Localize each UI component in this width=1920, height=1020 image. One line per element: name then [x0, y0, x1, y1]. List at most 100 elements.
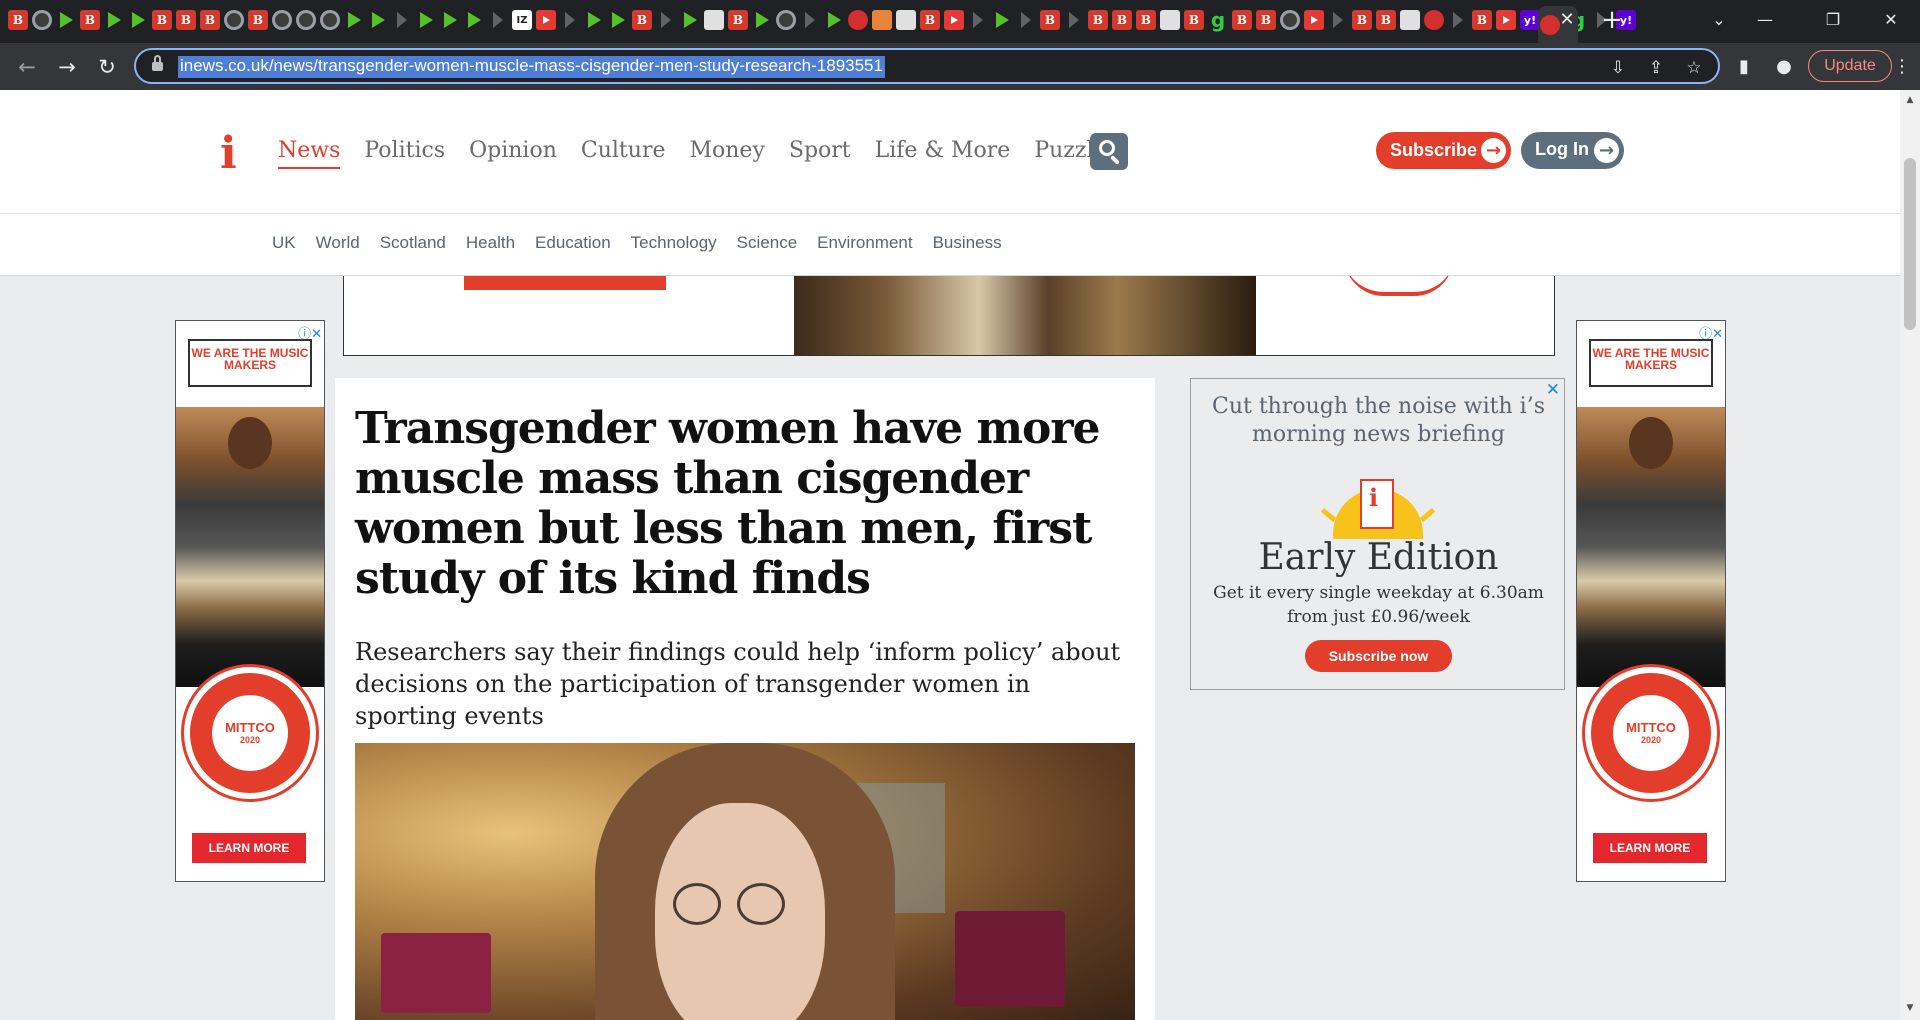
tab-favicon-icon[interactable] — [56, 10, 76, 30]
tab-favicon-icon[interactable] — [1280, 10, 1300, 30]
scroll-up-icon[interactable]: ▲ — [1904, 94, 1916, 106]
tab-favicon-icon[interactable] — [1040, 10, 1060, 30]
site-logo[interactable]: i — [220, 128, 237, 179]
subscribe-now-button[interactable]: Subscribe now — [1305, 640, 1452, 672]
tab-favicon-icon[interactable] — [1088, 10, 1108, 30]
nav-item-money[interactable]: Money — [689, 138, 764, 169]
newsletter-promo[interactable]: ✕ Cut through the noise with i’s morning… — [1190, 378, 1565, 690]
tab-favicon-icon[interactable] — [1208, 10, 1228, 30]
install-app-icon[interactable]: ⇩ — [1606, 56, 1630, 80]
update-button[interactable]: Update — [1808, 50, 1892, 82]
login-button[interactable]: Log In → — [1521, 132, 1624, 169]
tab-favicon-icon[interactable] — [128, 10, 148, 30]
nav-item-culture[interactable]: Culture — [581, 138, 666, 169]
subnav-item-uk[interactable]: UK — [272, 233, 296, 253]
nav-item-politics[interactable]: Politics — [364, 138, 445, 169]
scroll-down-icon[interactable]: ▼ — [1904, 1002, 1916, 1014]
page-scrollbar[interactable]: ▲ ▼ — [1900, 90, 1920, 1020]
nav-item-news[interactable]: News — [278, 138, 341, 169]
tab-favicon-icon[interactable] — [560, 10, 580, 30]
forward-icon[interactable]: → — [52, 52, 82, 82]
subnav-item-technology[interactable]: Technology — [631, 233, 717, 253]
tab-search-icon[interactable]: ⌄ — [1696, 5, 1742, 35]
menu-kebab-icon[interactable]: ⋮ — [1893, 52, 1911, 82]
tab-favicon-icon[interactable] — [296, 10, 316, 30]
tab-favicon-icon[interactable] — [1112, 10, 1132, 30]
window-close-button[interactable]: ✕ — [1868, 5, 1914, 35]
tab-favicon-icon[interactable] — [872, 10, 892, 30]
tab-favicon-icon[interactable] — [32, 10, 52, 30]
tab-favicon-icon[interactable] — [104, 10, 124, 30]
tab-favicon-icon[interactable] — [1304, 10, 1324, 30]
tab-favicon-icon[interactable] — [752, 10, 772, 30]
tab-favicon-icon[interactable] — [992, 10, 1012, 30]
tab-favicon-icon[interactable] — [944, 10, 964, 30]
tab-favicon-icon[interactable] — [824, 10, 844, 30]
tab-favicon-icon[interactable] — [1424, 10, 1444, 30]
tab-favicon-icon[interactable] — [728, 10, 748, 30]
tab-favicon-icon[interactable] — [1352, 10, 1372, 30]
article-hero-image[interactable] — [355, 743, 1135, 1020]
tab-favicon-icon[interactable] — [200, 10, 220, 30]
learn-more-button[interactable]: LEARN MORE — [1593, 833, 1707, 863]
tab-favicon-icon[interactable] — [896, 10, 916, 30]
tab-favicon-icon[interactable] — [272, 10, 292, 30]
bookmark-star-icon[interactable]: ☆ — [1682, 56, 1706, 80]
tab-favicon-icon[interactable] — [1400, 10, 1420, 30]
tab-favicon-icon[interactable] — [1472, 10, 1492, 30]
tab-favicon-icon[interactable] — [80, 10, 100, 30]
subnav-item-science[interactable]: Science — [737, 233, 797, 253]
tab-favicon-icon[interactable] — [152, 10, 172, 30]
subnav-item-health[interactable]: Health — [466, 233, 515, 253]
tab-favicon-icon[interactable] — [704, 10, 724, 30]
top-banner-ad[interactable] — [343, 276, 1555, 356]
tab-favicon-icon[interactable] — [776, 10, 796, 30]
share-icon[interactable]: ⇪ — [1644, 56, 1668, 80]
tab-favicon-icon[interactable] — [1064, 10, 1084, 30]
tab-favicon-icon[interactable] — [1136, 10, 1156, 30]
right-side-ad[interactable]: ⓘ✕ WE ARE THE MUSIC MAKERS MITTCO 2020 LE… — [1576, 320, 1726, 882]
tab-favicon-icon[interactable] — [1328, 10, 1348, 30]
tab-favicon-icon[interactable] — [584, 10, 604, 30]
tab-favicon-icon[interactable] — [440, 10, 460, 30]
tab-favicon-icon[interactable] — [1376, 10, 1396, 30]
tab-favicon-icon[interactable] — [632, 10, 652, 30]
left-side-ad[interactable]: ⓘ✕ WE ARE THE MUSIC MAKERS MITTCO 2020 LE… — [175, 320, 325, 882]
subnav-item-scotland[interactable]: Scotland — [380, 233, 446, 253]
tab-favicon-icon[interactable] — [392, 10, 412, 30]
subnav-item-world[interactable]: World — [316, 233, 360, 253]
tab-favicon-icon[interactable] — [1496, 10, 1516, 30]
url-text[interactable]: inews.co.uk/news/transgender-women-muscl… — [178, 56, 885, 78]
nav-item-life-more[interactable]: Life & More — [875, 138, 1011, 169]
tab-favicon-icon[interactable] — [224, 10, 244, 30]
nav-item-opinion[interactable]: Opinion — [469, 138, 557, 169]
tab-favicon-icon[interactable] — [800, 10, 820, 30]
tab-favicon-icon[interactable] — [1016, 10, 1036, 30]
search-button[interactable] — [1090, 133, 1128, 170]
tab-favicon-icon[interactable] — [248, 10, 268, 30]
close-tab-icon[interactable]: ✕ — [1555, 8, 1579, 32]
profile-icon[interactable]: ● — [1771, 54, 1797, 80]
tab-favicon-icon[interactable] — [680, 10, 700, 30]
learn-more-button[interactable]: LEARN MORE — [192, 833, 306, 863]
tab-favicon-icon[interactable] — [512, 10, 532, 30]
tab-favicon-icon[interactable] — [608, 10, 628, 30]
tab-favicon-icon[interactable] — [368, 10, 388, 30]
tab-favicon-icon[interactable] — [1184, 10, 1204, 30]
subscribe-button[interactable]: Subscribe → — [1376, 132, 1511, 169]
back-icon[interactable]: ← — [12, 52, 42, 82]
tab-favicon-icon[interactable] — [488, 10, 508, 30]
tab-favicon-icon[interactable] — [968, 10, 988, 30]
tab-favicon-icon[interactable] — [920, 10, 940, 30]
tab-favicon-icon[interactable] — [656, 10, 676, 30]
new-tab-button[interactable]: + — [1598, 6, 1626, 34]
lock-icon[interactable] — [152, 55, 163, 72]
tab-favicon-icon[interactable] — [176, 10, 196, 30]
tab-favicon-icon[interactable] — [344, 10, 364, 30]
tab-favicon-icon[interactable] — [1232, 10, 1252, 30]
tab-favicon-icon[interactable] — [1520, 10, 1540, 30]
minimize-button[interactable]: — — [1742, 5, 1788, 35]
subnav-item-education[interactable]: Education — [535, 233, 611, 253]
restore-button[interactable]: ❐ — [1810, 5, 1856, 35]
scroll-thumb[interactable] — [1904, 158, 1916, 330]
